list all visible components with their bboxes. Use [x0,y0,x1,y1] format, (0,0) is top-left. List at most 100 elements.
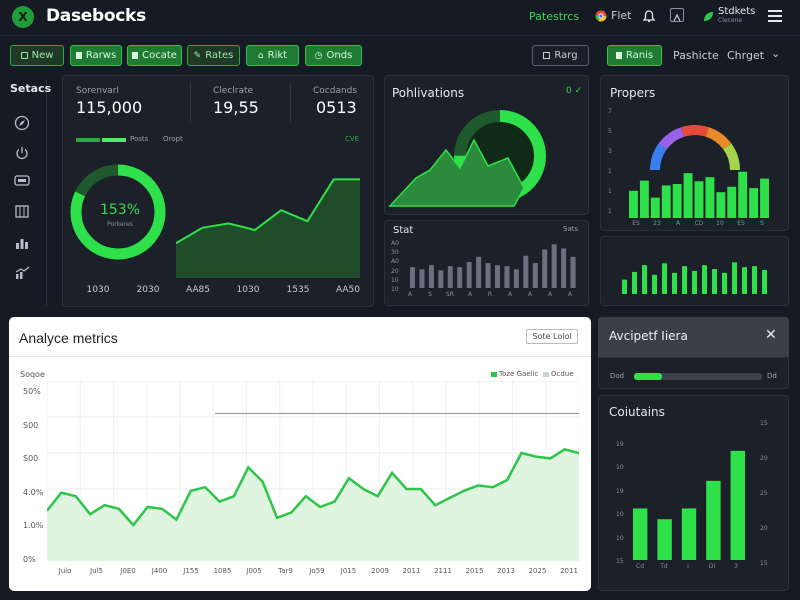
browser-menu[interactable]: Flet [595,9,631,22]
create-icon [132,52,139,59]
progress-bar [629,190,638,218]
rikt-button[interactable]: ⌂ Rikt [246,45,299,66]
onds-button[interactable]: ◷ Onds [305,45,362,66]
toolbar-text-1[interactable]: Pashicte [673,49,719,62]
publications-chart [388,110,546,207]
stat-y-label: 10 [391,276,399,284]
analytics-action-button[interactable]: Sote Lolol [526,329,578,344]
progress-y-label: 1 [608,188,612,195]
home-icon: ⌂ [257,50,264,61]
columns-x-label: 3 [734,563,738,570]
gauge-segment [658,127,685,150]
bell-icon[interactable] [642,8,656,27]
stat-y-label: A0 [391,240,399,247]
metric-label-3: Cocdands [313,86,358,96]
new-button[interactable]: New [10,45,64,66]
rates-button-label: Rates [205,50,234,61]
close-icon[interactable]: ✕ [765,327,777,343]
stat-y-label: 30 [391,249,399,257]
monitor-icon[interactable] [14,173,30,187]
stats-x-label: 2030 [136,285,160,295]
stat-bar [457,267,463,288]
progress-bottom-bar [632,271,637,294]
rows-button[interactable]: Rarws [70,45,122,66]
ranis-button[interactable]: Ranis [607,45,662,66]
progress-bottom-bar [672,272,677,294]
analytics-x-label: Jul5 [90,567,103,575]
stats-x-label: 1030 [86,285,110,295]
ranis-button-label: Ranis [625,50,654,61]
progress-bar [694,181,704,218]
app-logo[interactable]: X [12,6,34,28]
progress-title: Propers [610,86,656,100]
stats-x-label: AA50 [335,285,361,295]
progress-bar [650,197,660,218]
range-button-label: Rarg [554,50,578,61]
chevron-down-icon[interactable]: ⌄ [771,47,780,60]
progress-bottom-bar [742,267,747,294]
progress-bar [705,177,715,218]
column-bar [657,519,672,560]
alerts-progress-track [634,373,762,380]
analytics-x-label: Jo59 [309,567,325,575]
stat-bar [476,256,482,288]
donut-value: 153% [99,202,141,218]
progress-bottom-bar [702,265,707,294]
progress-x-label: S [760,220,764,227]
metric-value-2: 19,55 [213,98,259,117]
progress-y-label: 5 [608,128,612,135]
progress-y-label: 1 [608,208,612,215]
menu-icon[interactable] [768,10,782,22]
analytics-x-label: 2013 [497,567,515,575]
alerts-progress-right: Dd [767,372,777,380]
calendar-icon[interactable] [14,203,30,218]
legend-label-2: Oropt [163,135,183,143]
rates-button[interactable]: ✎ Rates [187,45,240,66]
stats-x-label: 1030 [236,285,260,295]
publications-title: Pohlivations [392,86,465,100]
power-icon[interactable] [14,145,30,160]
columns-y-label: 10 [616,511,624,519]
columns-y-label: 19 [616,487,624,495]
progress-bar [738,171,748,218]
metric-value-3: 0513 [316,98,357,117]
account-menu[interactable]: Stdkets Clecene [702,7,755,25]
analytics-line-chart [47,381,579,561]
progress-bottom-bar [752,266,757,294]
analytics-x-label: 1085 [213,567,232,575]
metric-divider [190,82,191,122]
stat-bars-chart [410,244,576,288]
column-bar [681,508,697,560]
stat-bar [428,265,434,288]
progress-bar [661,185,671,218]
progress-bottom-bar [712,269,717,294]
analytics-x-label: 2011 [402,567,421,575]
column-bar [706,480,721,560]
bar-chart-icon[interactable] [14,235,30,249]
chrome-icon [595,10,607,22]
toolbar-text-2[interactable]: Chrget [727,49,764,62]
range-button[interactable]: Rarg [532,45,589,66]
metric-label-1: Sorenvarl [76,86,120,96]
grid-icon[interactable] [670,8,684,22]
top-nav-link[interactable]: Patestrcs [529,10,579,23]
create-button[interactable]: Cocate [127,45,182,66]
progress-bottom-bar [622,279,627,294]
clock-icon: ◷ [314,50,323,61]
alerts-progress-left: Dod [610,372,625,380]
ranis-icon [615,52,622,59]
stat-y-label: A0 [391,258,399,266]
progress-bottom-bar [722,272,727,294]
progress-bar [716,192,726,218]
sidebar-title: Setacs [10,82,52,95]
progress-bar [749,188,759,218]
legend-label-1: Posts [130,135,149,143]
compass-icon[interactable] [14,115,30,131]
trend-icon[interactable] [14,265,30,279]
rikt-button-label: Rikt [267,50,288,61]
analytics-y-label: 1.0% [23,521,44,531]
metric-divider-2 [290,82,291,122]
gauge-segment [681,125,709,137]
analytics-x-label: 2009 [371,567,389,575]
progress-bar [639,180,649,218]
